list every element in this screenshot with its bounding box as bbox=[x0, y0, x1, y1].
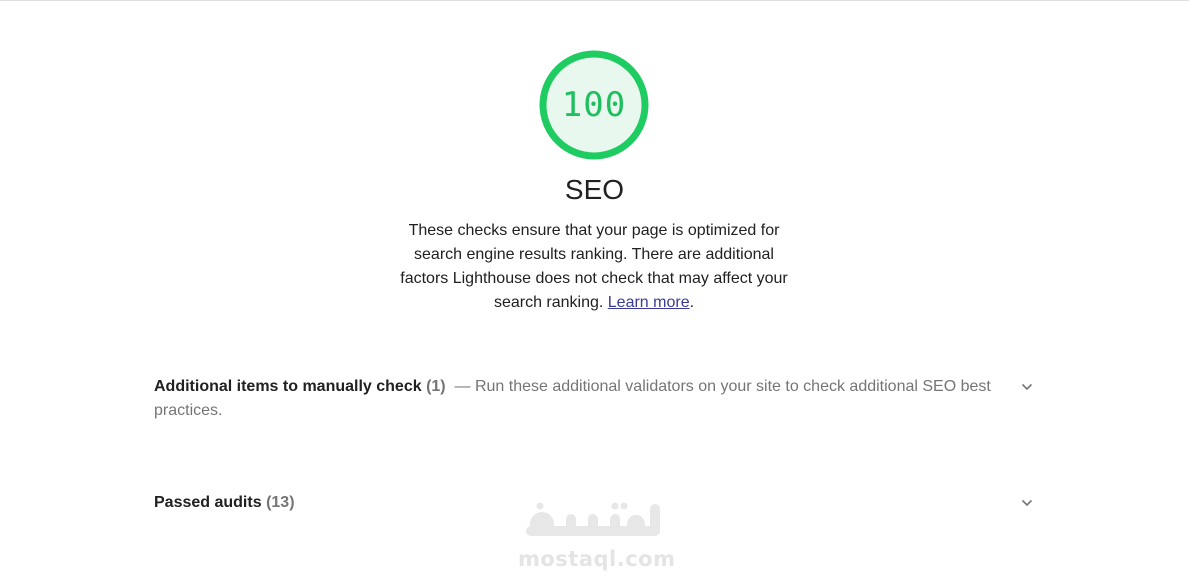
mostaql-logo-icon bbox=[526, 502, 660, 536]
group-title: Passed audits bbox=[154, 494, 262, 511]
category-description: These checks ensure that your page is op… bbox=[394, 219, 794, 315]
chevron-down-icon[interactable] bbox=[1020, 375, 1034, 399]
description-suffix: . bbox=[689, 294, 695, 311]
learn-more-link[interactable]: Learn more bbox=[608, 294, 690, 311]
lighthouse-seo-report: 100 SEO These checks ensure that your pa… bbox=[0, 0, 1189, 584]
group-title: Additional items to manually check bbox=[154, 378, 422, 395]
chevron-down-icon[interactable] bbox=[1020, 491, 1034, 515]
score-gauge: 100 bbox=[539, 50, 649, 160]
group-manual-checks[interactable]: Additional items to manually check (1) —… bbox=[154, 375, 1034, 423]
description-text: These checks ensure that your page is op… bbox=[400, 222, 788, 311]
group-count: (13) bbox=[266, 494, 295, 511]
score-value: 100 bbox=[561, 85, 627, 125]
watermark-domain: mostaql.com bbox=[518, 547, 676, 571]
group-header: Additional items to manually check (1) —… bbox=[154, 375, 1020, 423]
category-title: SEO bbox=[564, 174, 625, 205]
top-divider bbox=[0, 0, 1189, 1]
mostaql-watermark: mostaql.com bbox=[518, 500, 676, 580]
group-count: (1) bbox=[426, 378, 446, 395]
